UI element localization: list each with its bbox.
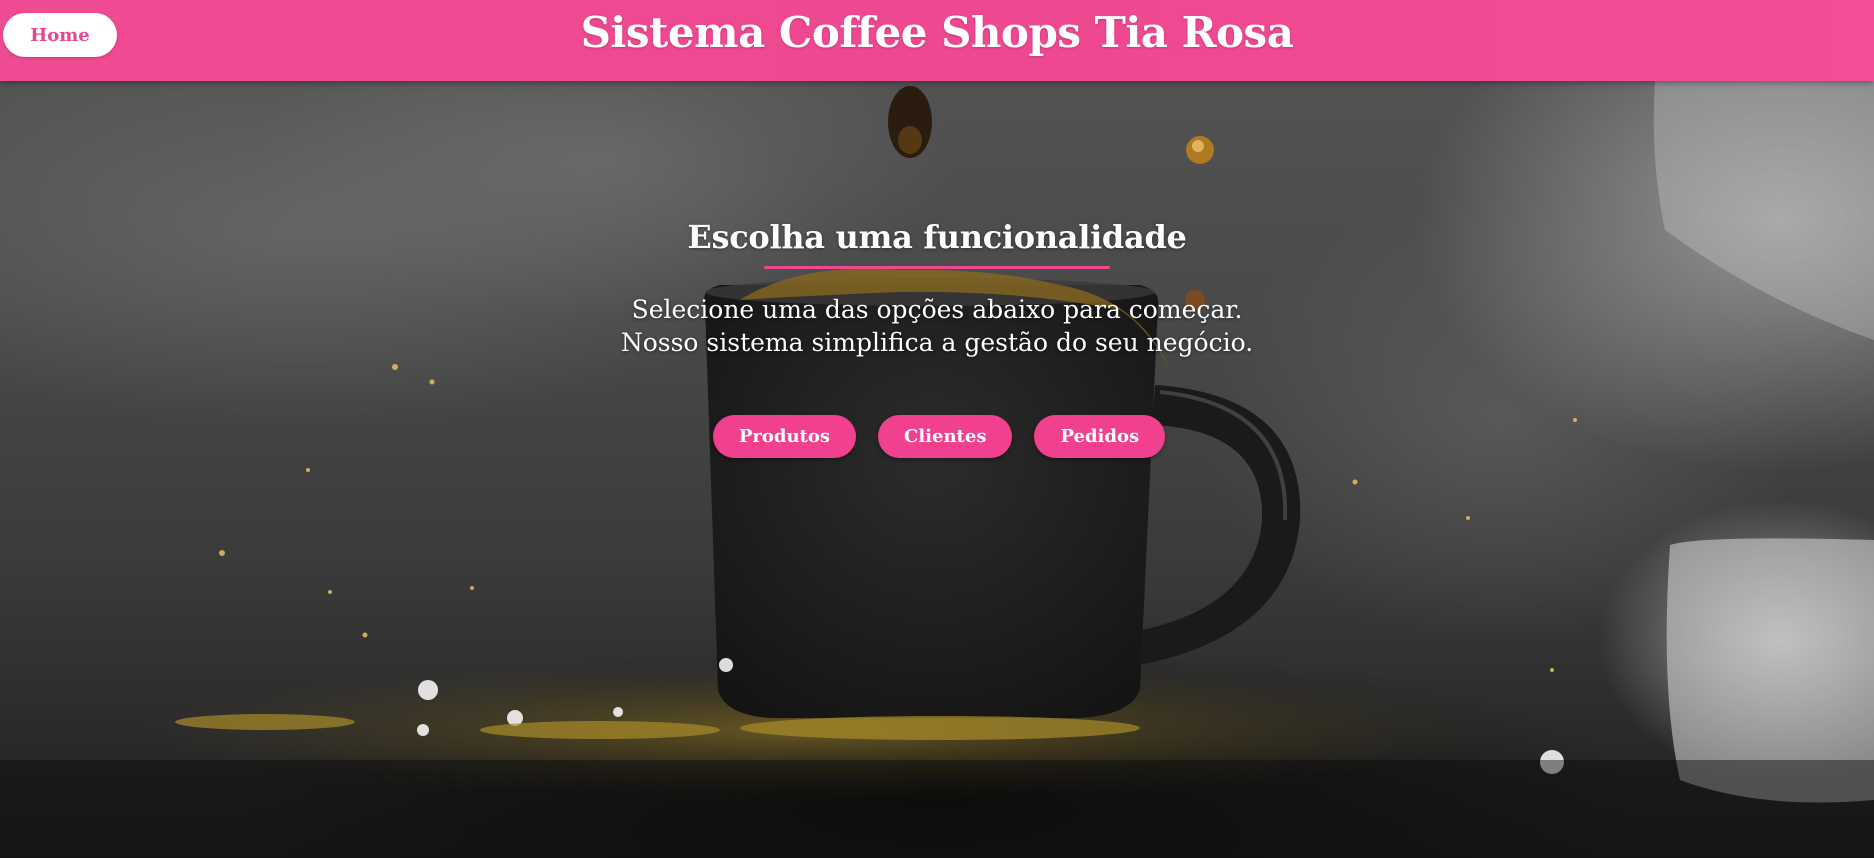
- top-header-bar: Home Sistema Coffee Shops Tia Rosa: [0, 0, 1874, 81]
- feature-button-row: Produtos Clientes Pedidos: [0, 415, 1874, 458]
- produtos-button[interactable]: Produtos: [712, 415, 857, 458]
- heading-underline: [764, 266, 1110, 269]
- feature-selection-panel: Escolha uma funcionalidade Selecione uma…: [0, 218, 1874, 458]
- description-line-1: Selecione uma das opções abaixo para com…: [631, 295, 1243, 324]
- pedidos-button[interactable]: Pedidos: [1034, 415, 1166, 458]
- description-text: Selecione uma das opções abaixo para com…: [0, 293, 1874, 359]
- section-heading: Escolha uma funcionalidade: [687, 218, 1187, 256]
- clientes-button[interactable]: Clientes: [878, 415, 1013, 458]
- site-title: Sistema Coffee Shops Tia Rosa: [580, 8, 1294, 57]
- description-line-2: Nosso sistema simplifica a gestão do seu…: [620, 328, 1254, 357]
